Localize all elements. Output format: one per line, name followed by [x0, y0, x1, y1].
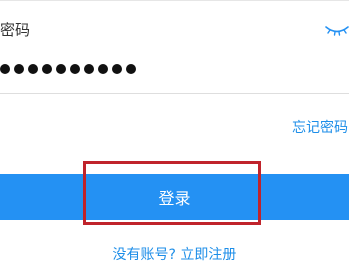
forgot-password-link[interactable]: 忘记密码 [292, 119, 348, 137]
password-mask-dot [42, 64, 52, 74]
register-link[interactable]: 没有账号? 立即注册 [0, 246, 349, 264]
password-mask-dot [28, 64, 38, 74]
password-mask-dot [14, 64, 24, 74]
password-mask-dot [70, 64, 80, 74]
login-button[interactable]: 登录 [0, 174, 349, 220]
password-mask-dot [98, 64, 108, 74]
password-mask-dot [84, 64, 94, 74]
eye-closed-icon [325, 26, 349, 36]
top-divider [0, 0, 349, 1]
password-input[interactable] [0, 58, 136, 80]
password-label: 密码 [0, 21, 31, 39]
password-field-underline [0, 93, 349, 94]
password-mask-dot [126, 64, 136, 74]
password-mask-dot [112, 64, 122, 74]
password-visibility-toggle[interactable] [325, 22, 349, 38]
password-mask-dot [0, 64, 10, 74]
password-mask-dot [56, 64, 66, 74]
